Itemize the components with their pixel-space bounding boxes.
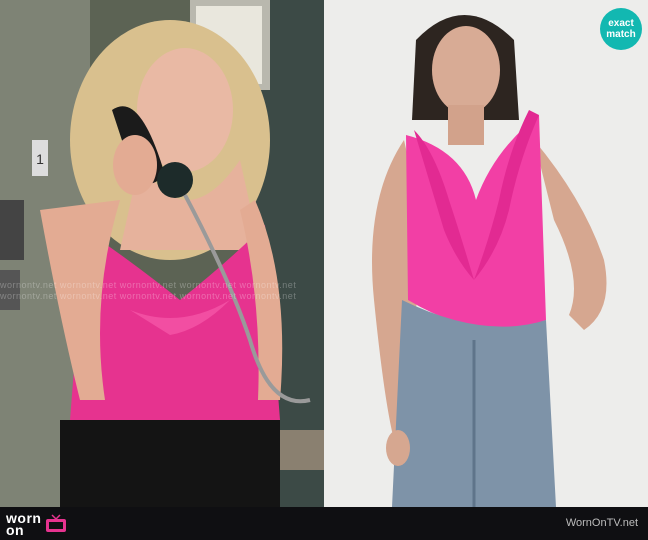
site-url[interactable]: WornOnTV.net (566, 517, 638, 529)
product-illustration (324, 0, 648, 507)
tv-still-photo: 1 wornontv.net wornontv.net wornontv.net… (0, 0, 324, 507)
logo-text: worn on (6, 511, 41, 537)
sign-number: 1 (36, 151, 44, 167)
watermark-text-2: wornontv.net wornontv.net wornontv.net w… (0, 291, 297, 301)
wornontv-logo[interactable]: worn on (6, 511, 67, 537)
exact-match-badge: exact match (600, 8, 642, 50)
badge-line-1: exact (608, 18, 634, 29)
badge-line-2: match (606, 29, 636, 40)
watermark-text: wornontv.net wornontv.net wornontv.net w… (0, 280, 297, 290)
tv-still-illustration: 1 (0, 0, 324, 507)
footer-bar: worn on WornOnTV.net (0, 507, 648, 540)
tv-icon (46, 514, 67, 532)
product-photo (324, 0, 648, 507)
